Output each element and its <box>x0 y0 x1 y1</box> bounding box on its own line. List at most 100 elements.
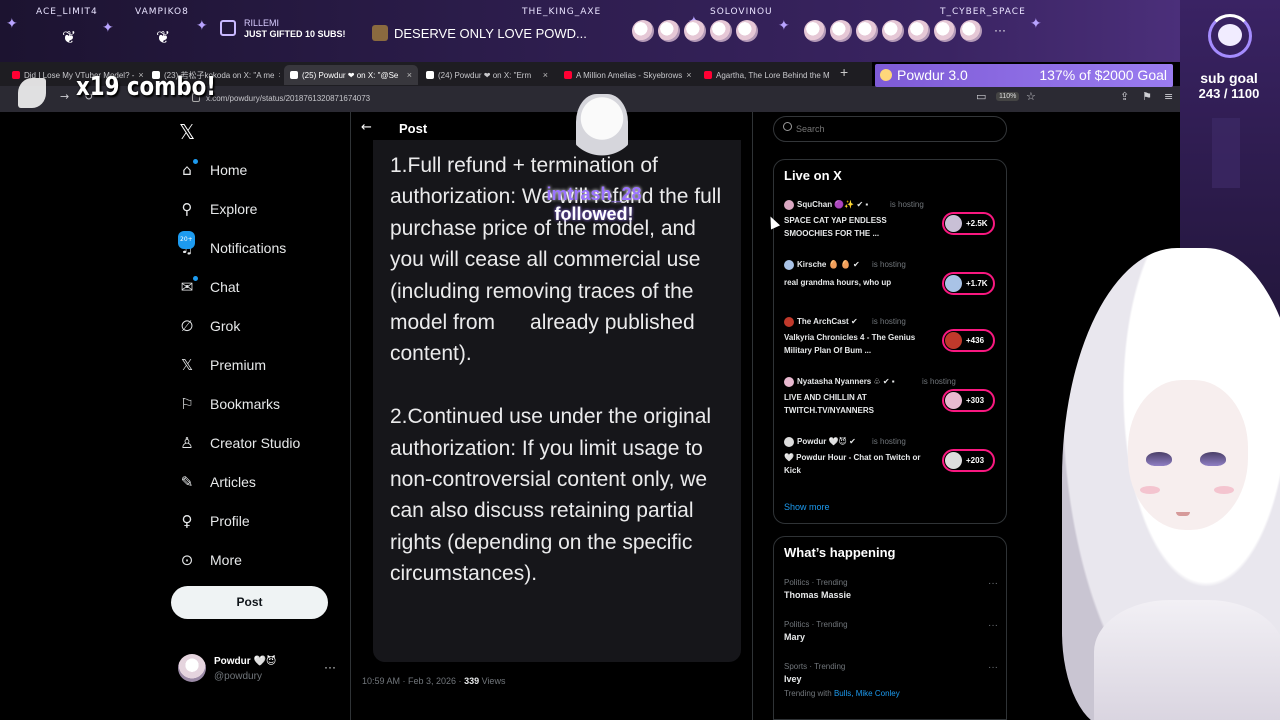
nav-item-grok[interactable]: ∅ Grok <box>178 314 240 338</box>
more-emotes-icon: ··· <box>994 23 1006 37</box>
show-more-link[interactable]: Show more <box>784 502 830 512</box>
nav-item-chat[interactable]: ✉ Chat <box>178 275 240 299</box>
extension-icon[interactable]: ⚑ <box>1142 90 1152 103</box>
url-text[interactable]: x.com/powdury/status/2018761320871674073 <box>206 94 370 103</box>
tab-title: (24) Powdur ❤ on X: "Erm <box>438 70 532 80</box>
nav-item-bookmarks[interactable]: ⚐ Bookmarks <box>178 392 280 416</box>
menu-icon[interactable]: ≡ <box>1164 90 1173 103</box>
reader-view-icon[interactable]: ▭ <box>976 90 986 103</box>
search-input[interactable] <box>773 116 1007 142</box>
nav-item-creator-studio[interactable]: ♙ Creator Studio <box>178 431 300 455</box>
nav-item-more[interactable]: ⊙ More <box>178 548 242 572</box>
x-favicon-icon <box>290 71 298 79</box>
tab-title: A Million Amelias - Skyebrows <box>576 70 683 80</box>
trend-name: Thomas Massie <box>784 590 852 600</box>
nav-label: Home <box>210 162 248 178</box>
nav-label: Premium <box>210 357 267 373</box>
nav-item-premium[interactable]: 𝕏 Premium <box>178 353 266 377</box>
nav-item-articles[interactable]: ✎ Articles <box>178 470 256 494</box>
notification-badge: 20+ <box>178 231 195 249</box>
avatar[interactable] <box>178 654 206 682</box>
back-arrow-icon[interactable]: ← <box>361 120 372 135</box>
browser-tab[interactable]: (24) Powdur ❤ on X: "Erm × <box>420 65 554 85</box>
trend-item[interactable]: Politics · Trending Thomas Massie ··· <box>784 578 998 600</box>
account-handle[interactable]: @powdury <box>214 671 262 682</box>
trend-item[interactable]: Sports · Trending Ivey ··· <box>784 662 998 684</box>
article-icon: ✎ <box>180 473 194 491</box>
more-icon[interactable]: ··· <box>988 620 998 631</box>
x-logo-icon[interactable]: 𝕏 <box>179 120 195 144</box>
browser-tab-active[interactable]: (25) Powdur ❤ on X: "@Se × <box>284 65 418 85</box>
live-item[interactable]: Kirsche 🥚 🥚 ✔ is hosting real grandma ho… <box>784 260 998 306</box>
more-icon[interactable]: ··· <box>988 662 998 673</box>
vtuber-model-body <box>1094 600 1280 720</box>
live-hosting-label: is hosting <box>872 437 906 446</box>
live-host-name: Powdur 🤍😈 ✔ <box>797 437 856 446</box>
event-username: VAMPIKO8 <box>135 7 189 17</box>
more-icon[interactable]: ··· <box>988 578 998 589</box>
close-icon[interactable]: × <box>686 70 691 80</box>
x-favicon-icon <box>426 71 434 79</box>
trend-related-link[interactable]: Bulls, Mike Conley <box>834 689 900 698</box>
x-icon: 𝕏 <box>180 356 194 374</box>
vtuber-eye <box>1146 452 1172 466</box>
close-icon[interactable]: × <box>407 70 412 80</box>
browser-tab[interactable]: Agartha, The Lore Behind the M × <box>698 65 834 85</box>
bookmark-star-icon[interactable]: ☆ <box>1026 90 1036 103</box>
avatar <box>945 452 962 469</box>
event-username: THE_KING_AXE <box>522 7 602 17</box>
extension-icon[interactable]: ⇪ <box>1120 90 1129 103</box>
browser-tab[interactable]: A Million Amelias - Skyebrows × <box>558 65 694 85</box>
stream-screen: ✦ ✦ ✦ ✦ ✦ ✦ ACE_LIMIT4 VAMPIKO8 THE_KING… <box>0 0 1280 720</box>
live-listener-count[interactable]: +2.5K <box>942 212 995 235</box>
nav-label: More <box>210 552 242 568</box>
live-listener-count[interactable]: +303 <box>942 389 995 412</box>
emote-icon <box>684 20 706 42</box>
post-view-count: 339 <box>464 676 480 686</box>
back-arrow-icon[interactable]: → <box>60 90 69 103</box>
nav-item-home[interactable]: ⌂ Home <box>178 158 247 182</box>
live-item[interactable]: The ArchCast ✔ is hosting Valkyria Chron… <box>784 317 998 363</box>
emote-icon <box>960 20 982 42</box>
live-item[interactable]: SquChan 🟣✨ ✔ ▪ is hosting SPACE CAT YAP … <box>784 200 998 246</box>
zoom-level[interactable]: 110% <box>996 92 1020 101</box>
account-name[interactable]: Powdur 🤍😈 <box>214 656 276 667</box>
live-listener-count[interactable]: +1.7K <box>942 272 995 295</box>
live-item[interactable]: Powdur 🤍😈 ✔ is hosting 🤍 Powdur Hour - C… <box>784 437 998 483</box>
youtube-icon <box>704 71 712 79</box>
combo-feather-icon <box>18 78 46 108</box>
live-host-name: Kirsche 🥚 🥚 ✔ <box>797 260 860 269</box>
vtuber-blush <box>1140 486 1160 494</box>
close-icon[interactable]: × <box>543 70 548 80</box>
emote-icon <box>804 20 826 42</box>
account-more-icon[interactable]: ··· <box>324 660 336 674</box>
new-tab-button[interactable]: + <box>840 64 848 80</box>
nav-label: Chat <box>210 279 240 295</box>
live-count-text: +303 <box>966 396 985 405</box>
vtuber-model-face <box>1128 380 1248 530</box>
close-icon[interactable]: × <box>278 70 280 80</box>
live-listener-count[interactable]: +436 <box>942 329 995 352</box>
live-host-name: Nyatasha Nyanners ♧ ✔ ▪ <box>797 377 895 386</box>
gift-sub-alert: RILLEMI JUST GIFTED 10 SUBS! <box>220 18 346 44</box>
nav-label: Profile <box>210 513 250 529</box>
nav-item-notifications[interactable]: ♫20+ Notifications <box>178 231 287 260</box>
gift-text: JUST GIFTED 10 SUBS! <box>244 29 346 39</box>
event-username: T_CYBER_SPACE <box>940 7 1026 17</box>
trend-item[interactable]: Politics · Trending Mary ··· <box>784 620 998 642</box>
trend-name: Mary <box>784 632 806 642</box>
chat-message-ticker: DESERVE ONLY LOVE POWD... <box>372 22 587 44</box>
pixel-decoration <box>1212 118 1240 188</box>
event-username: SOLOVINOU <box>710 7 773 17</box>
live-listener-count[interactable]: +203 <box>942 449 995 472</box>
nav-label: Notifications <box>210 240 287 256</box>
nav-item-profile[interactable]: ♀ Profile <box>178 509 250 533</box>
vtuber-mouth <box>1176 512 1190 516</box>
tab-title: (25) Powdur ❤ on X: "@Se <box>302 70 399 80</box>
emote-icon <box>710 20 732 42</box>
avatar <box>784 200 794 210</box>
live-item[interactable]: Nyatasha Nyanners ♧ ✔ ▪ is hosting LIVE … <box>784 377 998 423</box>
post-button[interactable]: Post <box>171 586 328 619</box>
nav-item-explore[interactable]: ⚲ Explore <box>178 197 258 221</box>
donation-goal-progress: 137% of $2000 Goal <box>1039 67 1167 83</box>
